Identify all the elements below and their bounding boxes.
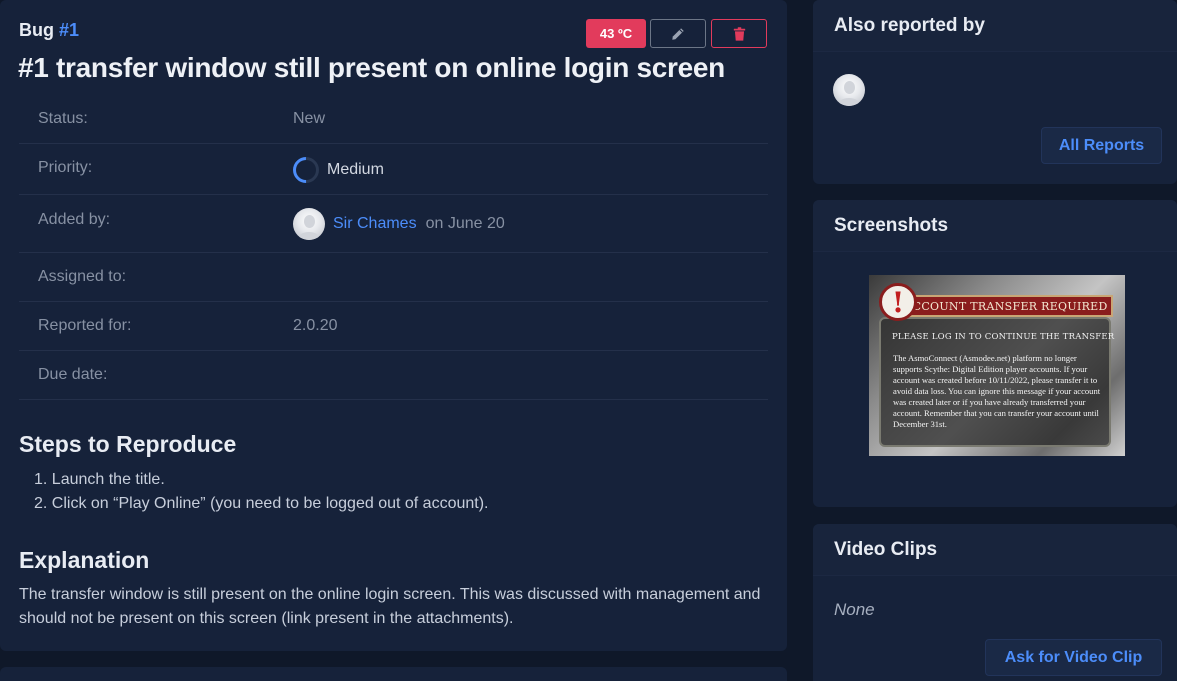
bug-number-link[interactable]: #1 <box>59 20 79 40</box>
bug-title: #1 transfer window still present on onli… <box>18 52 725 83</box>
temperature-badge: 43 ºC <box>586 19 646 48</box>
alert-icon: ! <box>879 283 917 321</box>
screenshots-heading: Screenshots <box>813 200 1177 252</box>
list-item: 1. Launch the title. <box>34 471 165 488</box>
also-reported-heading: Also reported by <box>813 0 1177 52</box>
priority-row: Priority: Medium <box>19 144 768 195</box>
explanation-text: The transfer window is still present on … <box>19 586 761 627</box>
bug-label: Bug #1 <box>19 20 79 41</box>
reported-for-row: Reported for: 2.0.20 <box>19 302 768 351</box>
video-clips-card: Video Clips None Ask for Video Clip <box>813 524 1177 681</box>
video-clips-heading: Video Clips <box>813 524 1177 576</box>
priority-text: Medium <box>327 161 384 178</box>
bug-details-table: Status: New Priority: Medium Added by: S… <box>19 95 768 400</box>
bug-main-card: Bug #1 43 ºC #1 transfer window still pr… <box>0 0 787 651</box>
due-date-label: Due date: <box>38 366 108 383</box>
assigned-to-row: Assigned to: <box>19 253 768 302</box>
steps-heading: Steps to Reproduce <box>19 431 237 457</box>
dialog-subtitle: PLEASE LOG IN TO CONTINUE THE TRANSFER <box>892 332 1115 342</box>
all-reports-button[interactable]: All Reports <box>1041 127 1162 164</box>
assigned-to-label: Assigned to: <box>38 268 127 285</box>
next-card <box>0 667 787 681</box>
priority-label: Priority: <box>38 159 93 176</box>
bug-detail-page: Bug #1 43 ºC #1 transfer window still pr… <box>0 0 1177 681</box>
status-row: Status: New <box>19 95 768 144</box>
list-item: 2. Click on “Play Online” (you need to b… <box>34 495 489 512</box>
priority-ring-icon <box>287 151 325 189</box>
avatar[interactable] <box>833 74 865 106</box>
added-by-row: Added by: Sir Chames on June 20 <box>19 195 768 253</box>
due-date-row: Due date: <box>19 351 768 400</box>
explanation-heading: Explanation <box>19 547 150 573</box>
screenshot-thumbnail[interactable]: ACCOUNT TRANSFER REQUIRED ! PLEASE LOG I… <box>869 275 1125 456</box>
video-clips-empty: None <box>834 600 875 619</box>
steps-list: 1. Launch the title. 2. Click on “Play O… <box>34 468 488 516</box>
dialog-body: The AsmoConnect (Asmodee.net) platform n… <box>893 353 1101 429</box>
ask-for-video-clip-button[interactable]: Ask for Video Clip <box>985 639 1162 676</box>
status-value: New <box>293 110 326 127</box>
screenshots-card: Screenshots ACCOUNT TRANSFER REQUIRED ! … <box>813 200 1177 507</box>
pencil-icon <box>672 27 684 40</box>
avatar[interactable] <box>293 208 325 240</box>
trash-icon <box>733 26 745 41</box>
bug-label-text: Bug <box>19 20 54 40</box>
added-by-value: Sir Chames on June 20 <box>293 208 505 240</box>
status-label: Status: <box>38 110 88 127</box>
priority-value: Medium <box>287 151 384 189</box>
delete-button[interactable] <box>711 19 767 48</box>
added-by-date: on June 20 <box>425 215 505 232</box>
reported-for-value: 2.0.20 <box>293 317 338 334</box>
added-by-label: Added by: <box>38 211 111 228</box>
edit-button[interactable] <box>650 19 706 48</box>
reported-for-label: Reported for: <box>38 317 132 334</box>
dialog-banner: ACCOUNT TRANSFER REQUIRED <box>899 295 1113 317</box>
also-reported-card: Also reported by All Reports <box>813 0 1177 184</box>
added-by-user-link[interactable]: Sir Chames <box>333 215 417 233</box>
